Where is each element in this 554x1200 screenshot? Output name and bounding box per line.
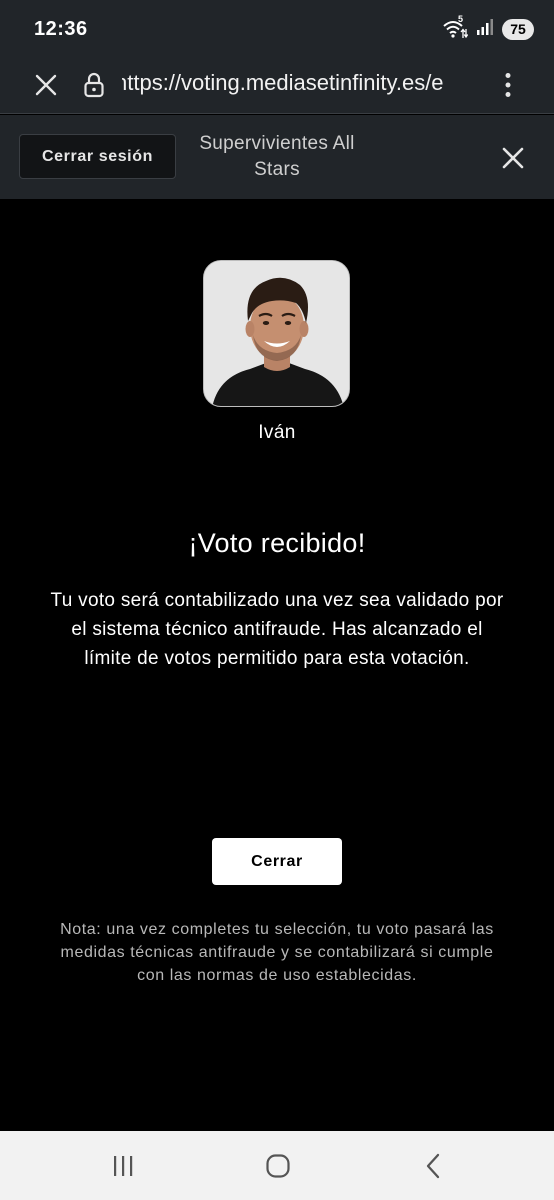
signal-icon: [476, 18, 494, 40]
battery-icon: 75: [502, 18, 534, 40]
back-icon[interactable]: [418, 1151, 448, 1181]
more-menu-icon[interactable]: [496, 70, 520, 100]
browser-url-bar: https://voting.mediasetinfinity.es/e: [0, 58, 554, 114]
recent-apps-icon[interactable]: [108, 1153, 138, 1179]
contestant-avatar: [203, 260, 350, 407]
signout-button[interactable]: Cerrar sesión: [19, 134, 176, 179]
status-icons: 5 75: [442, 14, 534, 40]
vote-message: Tu voto será contabilizado una vez sea v…: [50, 590, 504, 669]
status-time: 12:36: [34, 17, 88, 40]
lock-icon[interactable]: [80, 70, 108, 100]
home-icon[interactable]: [263, 1151, 293, 1181]
site-header: Cerrar sesión Supervivientes All Stars: [0, 115, 554, 199]
wifi-badge: 5: [458, 14, 464, 24]
system-nav-bar: [0, 1131, 554, 1200]
vote-received-heading: ¡Voto recibido!: [188, 528, 366, 558]
url-field[interactable]: https://voting.mediasetinfinity.es/e: [122, 68, 474, 98]
site-title: Supervivientes All Stars: [199, 133, 355, 180]
close-tab-icon[interactable]: [32, 71, 60, 99]
vote-note: Nota: una vez completes tu selección, tu…: [60, 921, 494, 984]
wifi-icon: 5: [442, 14, 469, 39]
close-icon[interactable]: [498, 143, 528, 173]
contestant-name: Iván: [258, 422, 296, 443]
close-button[interactable]: Cerrar: [212, 838, 342, 885]
status-bar: 12:36 5 75: [0, 0, 554, 58]
